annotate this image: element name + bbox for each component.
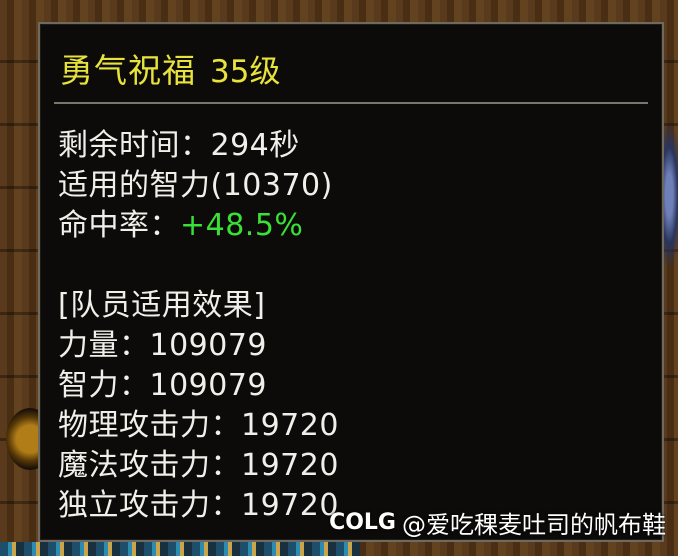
divider (54, 102, 648, 104)
colg-logo: COLG (329, 510, 396, 535)
team-strength: 力量：109079 (58, 328, 268, 363)
watermark: COLG @爱吃稞麦吐司的帆布鞋 (329, 505, 666, 540)
team-physical-attack: 物理攻击力：19720 (58, 408, 339, 443)
team-magic-attack: 魔法攻击力：19720 (58, 448, 339, 483)
remaining-time: 剩余时间：294秒 (58, 128, 300, 163)
hit-rate-value: +48.5% (180, 208, 304, 243)
buff-level: 35级 (210, 54, 281, 90)
buff-title: 勇气祝福 (60, 51, 196, 90)
buff-tooltip: 勇气祝福 35级 剩余时间：294秒 适用的智力(10370) 命中率：+48.… (38, 22, 664, 542)
hotbar-strip (0, 542, 360, 556)
team-independent-attack: 独立攻击力：19720 (58, 488, 339, 523)
team-effects-header: [队员适用效果] (58, 288, 266, 323)
hit-rate-row: 命中率：+48.5% (58, 200, 303, 244)
hit-rate-label: 命中率： (58, 208, 180, 243)
watermark-handle: @爱吃稞麦吐司的帆布鞋 (402, 511, 666, 539)
team-intelligence: 智力：109079 (58, 368, 268, 403)
applied-intelligence: 适用的智力(10370) (58, 168, 333, 203)
tooltip-header: 勇气祝福 35级 (60, 44, 281, 90)
